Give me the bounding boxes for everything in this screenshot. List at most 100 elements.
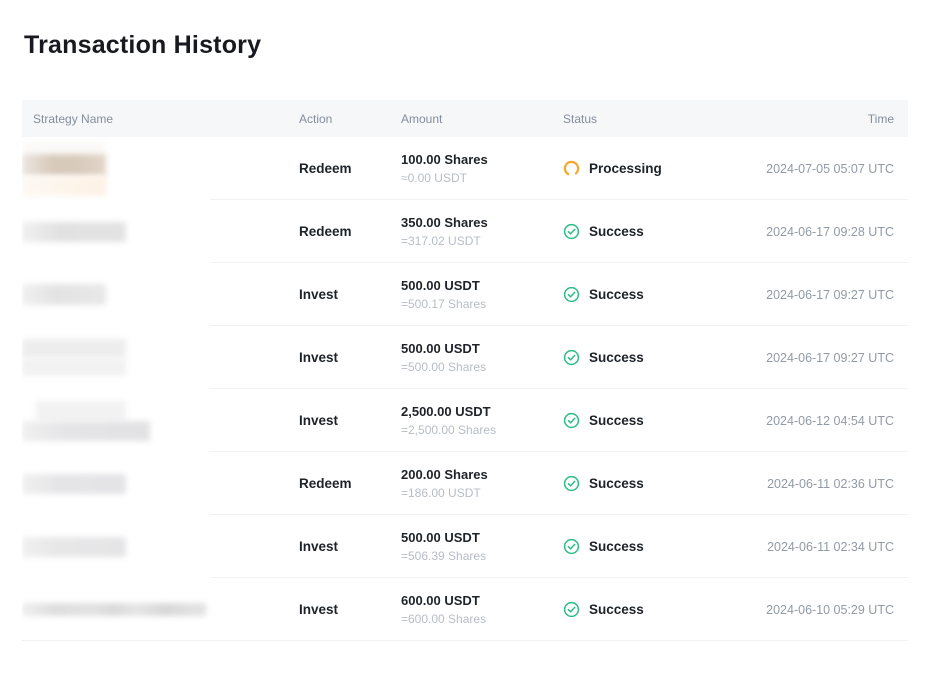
success-check-icon — [563, 475, 580, 492]
time-cell: 2024-06-10 05:29 UTC — [766, 603, 894, 617]
table-row: Redeem 200.00 Shares =186.00 USDT Succes… — [22, 452, 908, 515]
time-cell: 2024-06-17 09:27 UTC — [766, 288, 894, 302]
action-cell: Invest — [299, 413, 401, 428]
status-cell: Success — [563, 349, 766, 366]
redacted-blur-blob — [36, 401, 126, 421]
status-label: Success — [589, 413, 644, 428]
redacted-blur-blob — [22, 142, 106, 154]
status-label: Success — [589, 476, 644, 491]
table-row: Invest 500.00 USDT =506.39 Shares Succes… — [22, 515, 908, 578]
action-cell: Invest — [299, 602, 401, 617]
column-header-amount: Amount — [401, 112, 563, 126]
redacted-blur-blob — [22, 358, 126, 376]
action-cell: Invest — [299, 539, 401, 554]
transaction-history-table: Strategy Name Action Amount Status Time … — [22, 100, 908, 641]
status-label: Success — [589, 350, 644, 365]
strategy-name-redacted — [22, 326, 299, 389]
amount-secondary: =500.00 Shares — [401, 360, 563, 374]
status-cell: Success — [563, 412, 766, 429]
strategy-name-redacted — [22, 263, 299, 326]
status-label: Success — [589, 602, 644, 617]
status-cell: Success — [563, 538, 767, 555]
success-check-icon — [563, 538, 580, 555]
strategy-name-redacted — [22, 137, 299, 200]
amount-cell: 600.00 USDT =600.00 Shares — [401, 593, 563, 626]
amount-secondary: =2,500.00 Shares — [401, 423, 563, 437]
action-cell: Redeem — [299, 161, 401, 176]
strategy-name-redacted — [22, 200, 299, 263]
redacted-blur-blob — [22, 284, 106, 305]
success-check-icon — [563, 286, 580, 303]
amount-primary: 200.00 Shares — [401, 467, 563, 482]
amount-secondary: ≈0.00 USDT — [401, 171, 563, 185]
redacted-blur-blob — [22, 474, 126, 494]
amount-cell: 500.00 USDT =506.39 Shares — [401, 530, 563, 563]
amount-primary: 500.00 USDT — [401, 341, 563, 356]
table-row: Invest 500.00 USDT =500.00 Shares Succes… — [22, 326, 908, 389]
status-cell: Success — [563, 223, 766, 240]
table-row: Redeem 100.00 Shares ≈0.00 USDT Processi… — [22, 137, 908, 200]
action-cell: Redeem — [299, 224, 401, 239]
redacted-blur-blob — [22, 537, 126, 557]
amount-primary: 350.00 Shares — [401, 215, 563, 230]
amount-cell: 350.00 Shares =317.02 USDT — [401, 215, 563, 248]
time-cell: 2024-06-11 02:36 UTC — [767, 477, 894, 491]
redacted-blur-blob — [22, 603, 206, 616]
table-row: Invest 600.00 USDT =600.00 Shares Succes… — [22, 578, 908, 641]
column-header-status: Status — [563, 112, 868, 126]
status-cell: Processing — [563, 160, 766, 177]
column-header-strategy-name: Strategy Name — [22, 112, 299, 126]
strategy-name-redacted — [22, 452, 299, 515]
status-cell: Success — [563, 601, 766, 618]
status-cell: Success — [563, 286, 766, 303]
redacted-blur-blob — [22, 339, 126, 358]
time-cell: 2024-06-12 04:54 UTC — [766, 414, 894, 428]
strategy-name-redacted — [22, 515, 299, 578]
table-row: Invest 2,500.00 USDT =2,500.00 Shares Su… — [22, 389, 908, 452]
processing-spinner-icon — [563, 160, 580, 177]
time-cell: 2024-06-17 09:28 UTC — [766, 225, 894, 239]
action-cell: Invest — [299, 350, 401, 365]
amount-secondary: =600.00 Shares — [401, 612, 563, 626]
column-header-time: Time — [868, 112, 894, 126]
amount-primary: 500.00 USDT — [401, 278, 563, 293]
strategy-name-redacted — [22, 578, 299, 641]
table-row: Redeem 350.00 Shares =317.02 USDT Succes… — [22, 200, 908, 263]
redacted-blur-blob — [22, 222, 126, 242]
redacted-blur-blob — [22, 154, 106, 176]
table-row: Invest 500.00 USDT =500.17 Shares Succes… — [22, 263, 908, 326]
action-cell: Redeem — [299, 476, 401, 491]
amount-cell: 100.00 Shares ≈0.00 USDT — [401, 152, 563, 185]
status-label: Success — [589, 287, 644, 302]
success-check-icon — [563, 349, 580, 366]
table-header-row: Strategy Name Action Amount Status Time — [22, 100, 908, 137]
amount-cell: 500.00 USDT =500.17 Shares — [401, 278, 563, 311]
page-title: Transaction History — [24, 28, 940, 62]
amount-secondary: =317.02 USDT — [401, 234, 563, 248]
success-check-icon — [563, 412, 580, 429]
amount-cell: 500.00 USDT =500.00 Shares — [401, 341, 563, 374]
column-header-action: Action — [299, 112, 401, 126]
status-label: Processing — [589, 161, 662, 176]
amount-cell: 200.00 Shares =186.00 USDT — [401, 467, 563, 500]
amount-primary: 100.00 Shares — [401, 152, 563, 167]
success-check-icon — [563, 601, 580, 618]
redacted-blur-blob — [22, 421, 150, 441]
amount-primary: 600.00 USDT — [401, 593, 563, 608]
amount-primary: 500.00 USDT — [401, 530, 563, 545]
amount-primary: 2,500.00 USDT — [401, 404, 563, 419]
amount-secondary: =500.17 Shares — [401, 297, 563, 311]
time-cell: 2024-06-17 09:27 UTC — [766, 351, 894, 365]
action-cell: Invest — [299, 287, 401, 302]
time-cell: 2024-06-11 02:34 UTC — [767, 540, 894, 554]
time-cell: 2024-07-05 05:07 UTC — [766, 162, 894, 176]
status-cell: Success — [563, 475, 767, 492]
amount-secondary: =186.00 USDT — [401, 486, 563, 500]
strategy-name-redacted — [22, 389, 299, 452]
amount-secondary: =506.39 Shares — [401, 549, 563, 563]
amount-cell: 2,500.00 USDT =2,500.00 Shares — [401, 404, 563, 437]
status-label: Success — [589, 539, 644, 554]
success-check-icon — [563, 223, 580, 240]
status-label: Success — [589, 224, 644, 239]
redacted-blur-blob — [22, 176, 106, 196]
